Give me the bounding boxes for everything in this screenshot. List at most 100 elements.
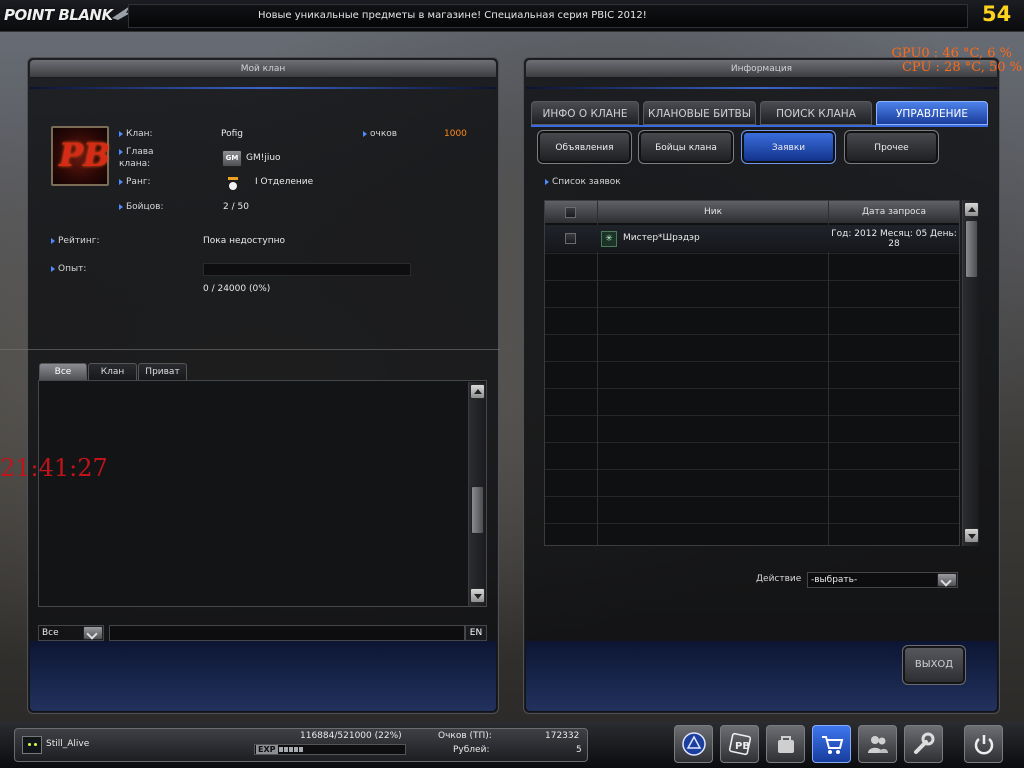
action-select-value: -выбрать- [811, 575, 858, 585]
clan-name-label: Клан: [119, 129, 153, 139]
user-rubles-value: 5 [576, 745, 582, 755]
username: Still_Alive [46, 739, 90, 749]
svg-text:PB: PB [735, 741, 750, 752]
bullet-arrow-icon [119, 148, 123, 155]
clan-emblem-image: PB [51, 126, 110, 186]
clock-overlay: 21:41:27 [0, 454, 108, 482]
chat-tab-all[interactable]: Все [39, 363, 87, 380]
clan-fighters-value: 2 / 50 [223, 202, 249, 212]
bullet-arrow-icon [51, 265, 55, 272]
requests-scroll-up-button[interactable] [964, 202, 979, 217]
clan-rating-label: Рейтинг: [51, 236, 100, 246]
gpu-temp-readout: GPU0 : 46 °C, 6 % [891, 46, 1012, 61]
fps-counter: 54 [982, 2, 1012, 26]
quit-game-button[interactable] [964, 725, 1003, 763]
clan-exp-bar [203, 263, 411, 276]
chat-input[interactable] [109, 625, 465, 641]
exp-segment [289, 747, 293, 752]
clan-fighters-label: Бойцов: [119, 202, 164, 212]
chat-log[interactable] [38, 380, 487, 607]
exp-tag: EXP [256, 745, 278, 754]
exp-segment [294, 747, 298, 752]
chat-scrollbar[interactable] [468, 382, 486, 606]
tab-clan-info[interactable]: ИНФО О КЛАНЕ [531, 101, 639, 125]
inventory-bag-icon [777, 736, 794, 753]
shop-cart-icon [821, 736, 843, 754]
inventory-button[interactable] [766, 725, 805, 763]
exp-segment [279, 747, 283, 752]
chat-tab-private[interactable]: Приват [138, 363, 187, 380]
settings-wrench-icon [913, 732, 934, 754]
clan-leader-value[interactable]: GM!jiuo [246, 153, 281, 163]
subtab-announcements[interactable]: Объявления [537, 130, 632, 164]
chat-tab-clan[interactable]: Клан [88, 363, 137, 380]
chat-channel-value: Все [42, 628, 59, 638]
column-divider [828, 201, 829, 545]
row-checkbox[interactable] [565, 233, 576, 244]
subtab-requests[interactable]: Заявки [741, 130, 836, 164]
column-header-date[interactable]: Дата запроса [829, 201, 959, 224]
panel-accent-line [30, 87, 496, 89]
requests-scroll-thumb[interactable] [965, 220, 978, 278]
chevron-down-icon[interactable] [937, 573, 957, 587]
panel-footer [30, 641, 496, 711]
community-button[interactable] [858, 725, 897, 763]
bullet-arrow-icon [119, 130, 123, 137]
chevron-down-icon[interactable] [83, 626, 103, 640]
subtab-other[interactable]: Прочее [844, 130, 939, 164]
bullet-arrow-icon [119, 178, 123, 185]
tab-clan-battles[interactable]: КЛАНОВЫЕ БИТВЫ [643, 101, 756, 125]
player-rank-icon: ✳ [601, 231, 617, 247]
clan-rank-value: I Отделение [255, 177, 314, 187]
tab-clan-search[interactable]: ПОИСК КЛАНА [760, 101, 872, 125]
clan-emblem-icon [681, 732, 706, 756]
user-points-value: 172332 [545, 731, 580, 741]
bullet-arrow-icon [51, 237, 55, 244]
clan-exp-value: 0 / 24000 (0%) [203, 284, 271, 294]
chat-scroll-down-button[interactable] [470, 588, 485, 603]
user-avatar-icon [22, 736, 42, 754]
community-icon [867, 736, 888, 753]
clan-rating-value: Пока недоступно [203, 236, 286, 246]
clan-points-label: очков [363, 129, 397, 139]
exit-button[interactable]: ВЫХОД [902, 645, 966, 685]
chat-scroll-thumb[interactable] [471, 486, 484, 534]
exp-segment [284, 747, 288, 752]
settings-button[interactable] [904, 725, 943, 763]
clan-menu-button[interactable] [674, 725, 713, 763]
clan-rank-label: Ранг: [119, 177, 151, 187]
bullet-arrow-icon [363, 130, 367, 137]
requests-scrollbar[interactable] [962, 200, 979, 546]
clan-name-value: Pofig [221, 129, 243, 139]
pb-logo-icon: PB [728, 732, 751, 756]
table-row[interactable]: ✳ Мистер*Шрэдэр Год: 2012 Месяц: 05 День… [545, 225, 959, 252]
language-toggle-button[interactable]: EN [465, 625, 487, 641]
action-select[interactable]: -выбрать- [807, 572, 958, 588]
user-rubles-label: Рублей: [453, 745, 490, 755]
rank-medal-icon [228, 177, 238, 190]
bullet-arrow-icon [119, 203, 123, 210]
game-logo: POINT BLANK [4, 6, 113, 24]
power-icon [974, 735, 993, 755]
chat-scroll-up-button[interactable] [470, 384, 485, 399]
subtab-clan-fighters[interactable]: Бойцы клана [638, 130, 734, 164]
requests-scroll-down-button[interactable] [964, 528, 979, 543]
clan-leader-label: Глава клана: [119, 147, 154, 169]
pb-menu-button[interactable]: PB [720, 725, 759, 763]
gm-badge-icon: GM [222, 150, 242, 167]
column-divider [597, 201, 598, 545]
requests-table: Ник Дата запроса ✳ Мистер*Шрэдэр Год: 20… [544, 200, 960, 546]
shop-button[interactable] [812, 725, 851, 763]
request-list-label: Список заявок [545, 177, 621, 187]
tab-management[interactable]: УПРАВЛЕНИЕ [876, 101, 988, 125]
panel-accent-line [526, 87, 997, 89]
chat-channel-select[interactable]: Все [38, 625, 104, 641]
user-exp-bar: EXP [254, 744, 406, 755]
select-all-checkbox[interactable] [565, 207, 576, 218]
column-header-nick[interactable]: Ник [598, 201, 828, 224]
divider [0, 349, 500, 350]
action-label: Действие [756, 574, 802, 584]
user-points-label: Очков (ТП): [438, 731, 492, 741]
news-ticker-text: Новые уникальные предметы в магазине! Сп… [258, 10, 647, 21]
cpu-temp-readout: CPU : 28 °C, 50 % [901, 60, 1022, 75]
